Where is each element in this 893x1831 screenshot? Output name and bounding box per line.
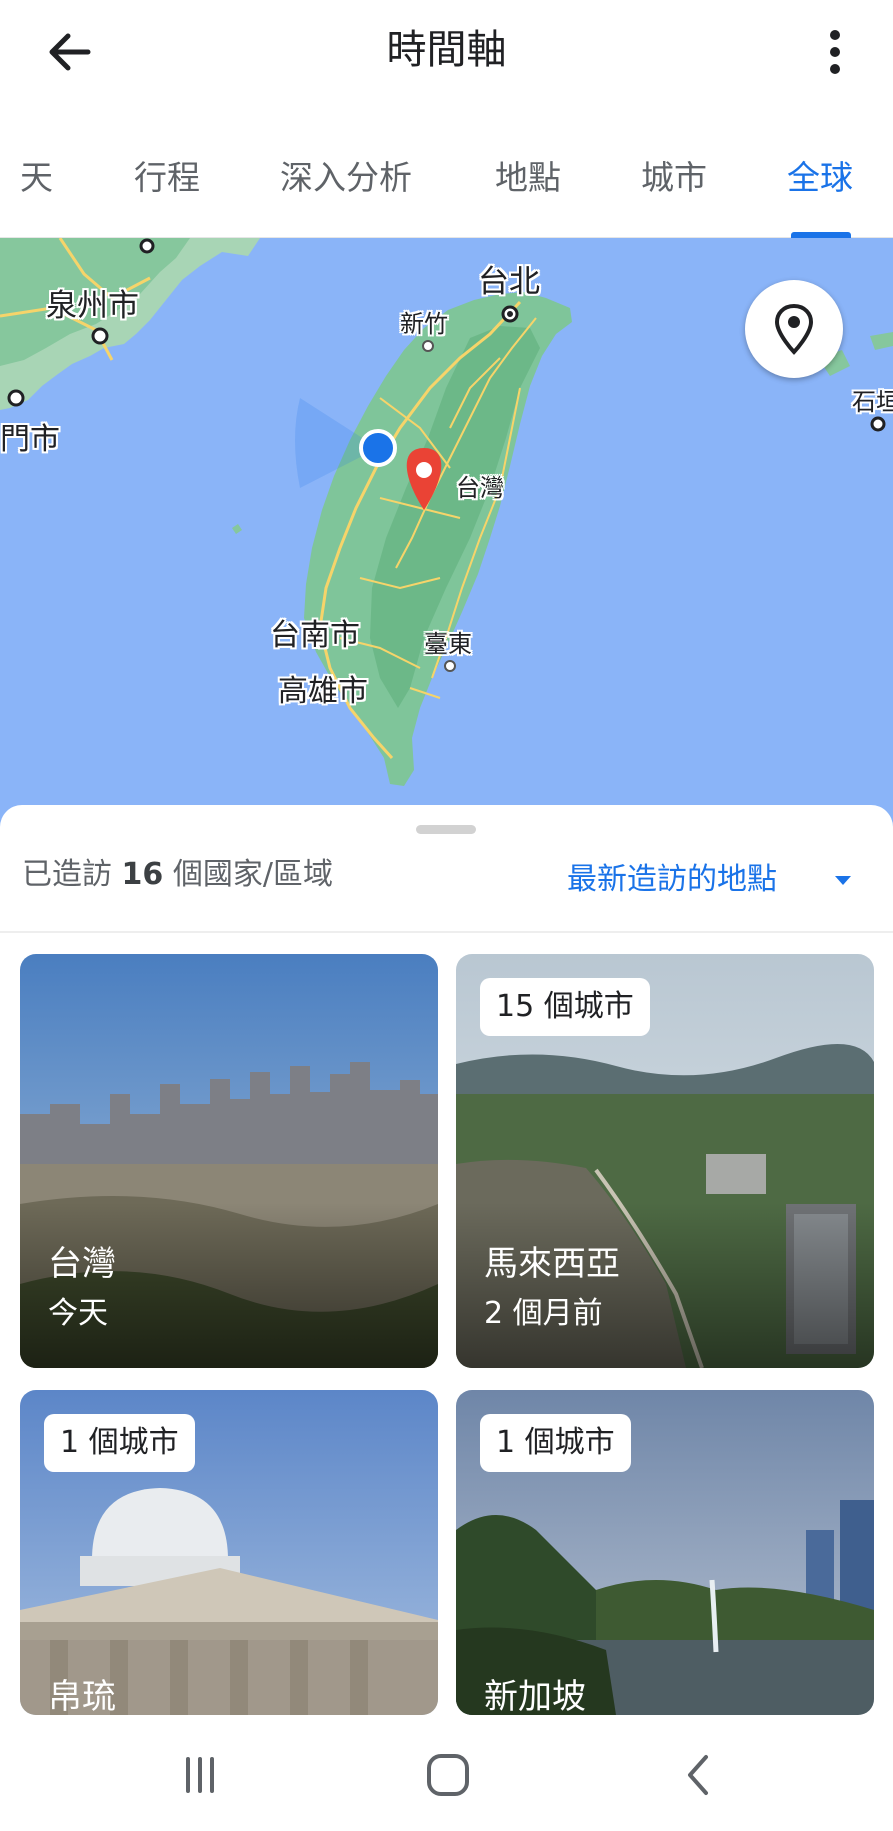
map-label-kaohsiung: 高雄市 (278, 674, 368, 709)
page-title: 時間軸 (386, 27, 507, 73)
country-card-palau[interactable]: 1 個城市 帛琉 (20, 1390, 438, 1715)
world-map[interactable]: 泉州市 門市 台北 新竹 台灣 台南市 高雄市 臺東 石垣 (0, 238, 893, 828)
map-label-taitung: 臺東 (424, 630, 472, 658)
tab-day[interactable]: 天 (20, 156, 53, 200)
summary-prefix: 已造訪 (22, 857, 122, 892)
visited-sheet: 已造訪 16 個國家/區域 最新造訪的地點 台灣 今天 15 個城市 馬來西亞 … (0, 805, 893, 1715)
chevron-left-icon[interactable] (670, 1745, 730, 1805)
map-label-hsinchu: 新竹 (400, 310, 448, 338)
more-vert-icon (830, 30, 840, 74)
city-count-chip: 15 個城市 (480, 978, 650, 1036)
tab-world[interactable]: 全球 (787, 156, 853, 200)
sort-dropdown[interactable]: 最新造訪的地點 (567, 855, 777, 905)
map-label-quanzhou: 泉州市 (46, 288, 139, 324)
city-count-chip: 1 個城市 (44, 1414, 195, 1472)
map-pin-outline-icon (774, 303, 814, 355)
city-count-chip: 1 個城市 (480, 1414, 631, 1472)
country-card-malaysia[interactable]: 15 個城市 馬來西亞 2 個月前 (456, 954, 874, 1368)
recent-apps-icon[interactable] (170, 1745, 230, 1805)
map-label-ishigaki: 石垣 (852, 388, 893, 416)
card-visit-time: 2 個月前 (484, 1296, 603, 1331)
tab-cities[interactable]: 城市 (641, 156, 707, 200)
more-options-button[interactable] (811, 20, 859, 84)
home-icon[interactable] (418, 1745, 478, 1805)
map-label-taipei: 台北 (478, 264, 540, 300)
tab-insights[interactable]: 深入分析 (280, 156, 412, 200)
tab-trips[interactable]: 行程 (134, 156, 200, 200)
visited-count: 16 (121, 857, 164, 892)
card-country-name: 台灣 (48, 1244, 116, 1284)
card-country-name: 新加坡 (484, 1677, 586, 1715)
app-bar: 時間軸 (0, 0, 893, 100)
sheet-drag-handle[interactable] (416, 825, 476, 834)
caret-down-icon[interactable] (828, 865, 858, 895)
card-country-name: 帛琉 (48, 1677, 116, 1715)
user-location-dot (359, 429, 397, 467)
map-label-taiwan: 台灣 (456, 474, 504, 502)
map-label-kinmen: 門市 (0, 422, 60, 457)
summary-suffix: 個國家/區域 (163, 857, 333, 892)
system-nav-bar (0, 1715, 893, 1831)
country-card-taiwan[interactable]: 台灣 今天 (20, 954, 438, 1368)
country-card-singapore[interactable]: 1 個城市 新加坡 (456, 1390, 874, 1715)
my-location-button[interactable] (745, 280, 843, 378)
tab-bar: 天 行程 深入分析 地點 城市 全球 (0, 120, 893, 238)
sheet-divider (0, 931, 893, 933)
map-label-tainan: 台南市 (270, 618, 360, 653)
card-visit-time: 今天 (48, 1296, 108, 1331)
tab-places[interactable]: 地點 (495, 156, 561, 200)
card-country-name: 馬來西亞 (484, 1244, 620, 1284)
visited-countries-summary: 已造訪 16 個國家/區域 (22, 850, 333, 900)
